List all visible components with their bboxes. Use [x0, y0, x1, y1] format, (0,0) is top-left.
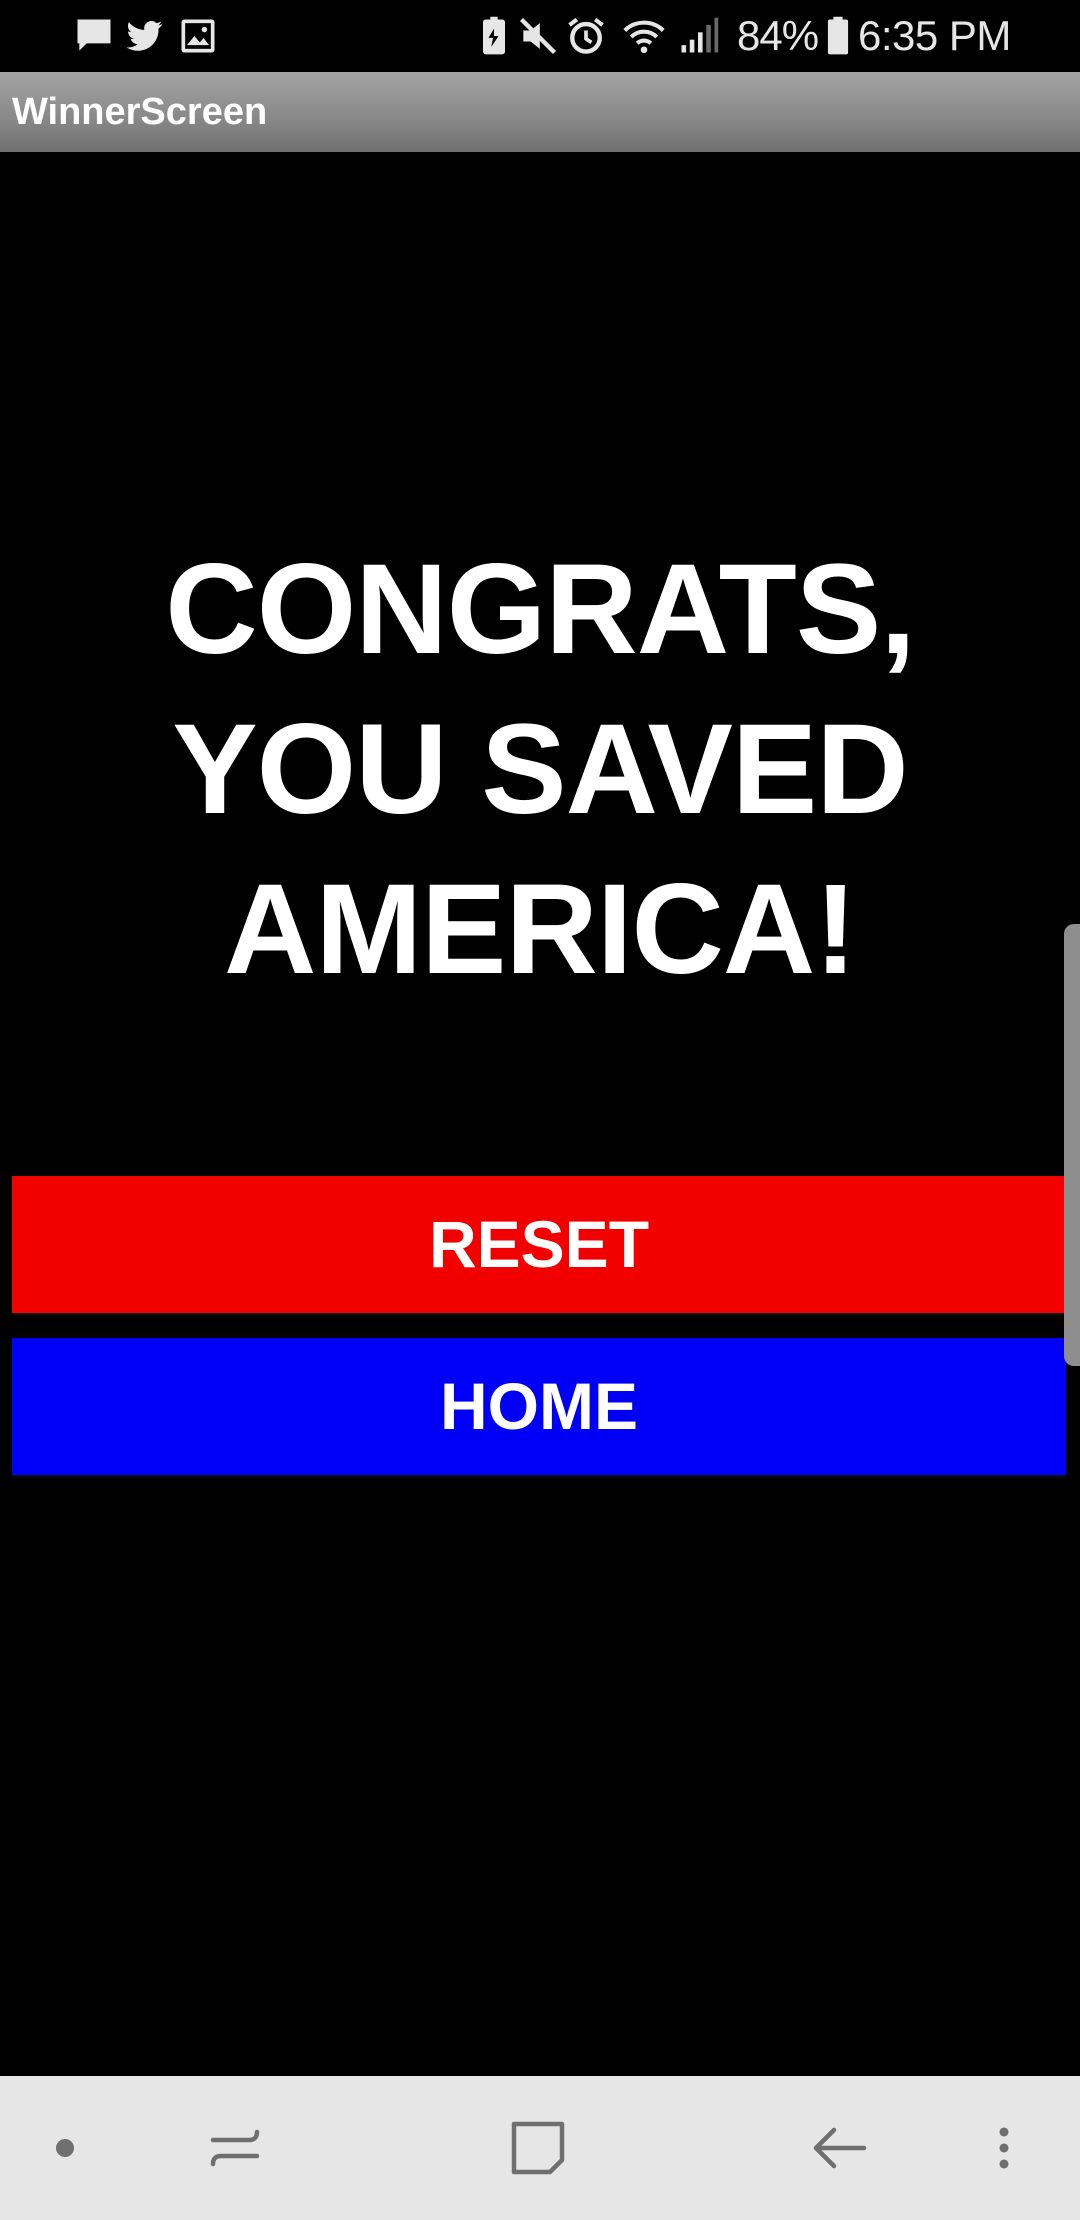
clock: 6:35 PM	[858, 12, 1011, 59]
winner-screen: 84% 6:35 PM WinnerScreen CONGRATS, YOU S…	[0, 0, 1080, 2220]
home-icon[interactable]	[500, 2110, 576, 2186]
battery-saver-icon	[472, 14, 516, 58]
mute-icon	[516, 14, 560, 58]
back-icon[interactable]	[802, 2110, 878, 2186]
twitter-icon	[122, 14, 166, 58]
reset-button[interactable]: RESET	[12, 1176, 1066, 1313]
edge-panel-handle[interactable]	[1064, 924, 1080, 1366]
recent-apps-icon[interactable]	[197, 2110, 273, 2186]
signal-icon	[676, 14, 720, 58]
message-icon	[72, 14, 116, 58]
dot-icon[interactable]	[27, 2110, 103, 2186]
app-title: WinnerScreen	[12, 91, 268, 133]
headline-line-2: YOU SAVED	[172, 698, 908, 841]
app-bar: WinnerScreen	[0, 72, 1080, 152]
status-bar: 84% 6:35 PM	[0, 0, 1080, 72]
navigation-bar	[0, 2076, 1080, 2220]
headline-line-3: AMERICA!	[224, 858, 857, 1001]
home-button[interactable]: HOME	[12, 1338, 1066, 1475]
battery-percent: 84%	[737, 12, 819, 59]
battery-icon	[816, 14, 860, 58]
headline-line-1: CONGRATS,	[165, 538, 916, 681]
more-options-icon[interactable]	[966, 2110, 1042, 2186]
congrats-headline: CONGRATS, YOU SAVED AMERICA!	[0, 530, 1080, 1010]
alarm-icon	[564, 14, 608, 58]
wifi-icon	[622, 14, 666, 58]
image-icon	[176, 14, 220, 58]
